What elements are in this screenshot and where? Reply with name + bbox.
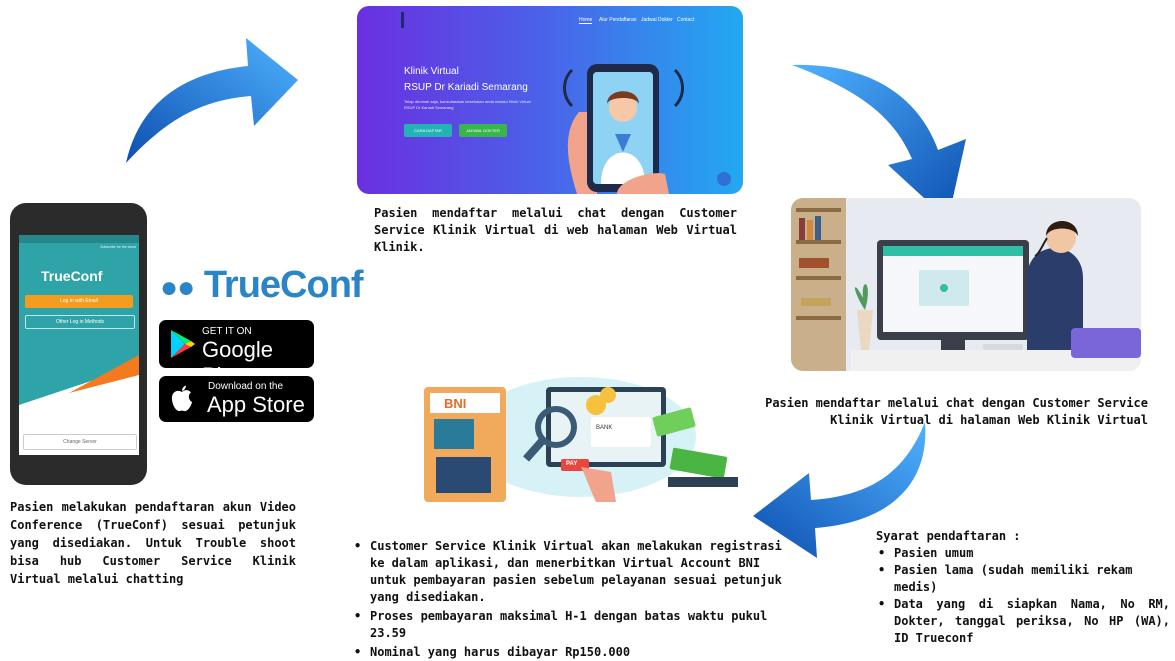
pay-label: PAY [566, 461, 578, 467]
website-screenshot: Home Alur Pendaftaran Jadwal Dokter Cont… [357, 6, 743, 194]
requirements-heading: Syarat pendaftaran : [876, 529, 1021, 543]
payment-info-list: Customer Service Klinik Virtual akan mel… [352, 538, 792, 661]
chat-widget-icon[interactable] [717, 172, 731, 186]
app-store-big-text: App Store [207, 392, 305, 417]
caption-website: Pasien mendaftar melalui chat dengan Cus… [374, 206, 737, 254]
customer-service-illustration [791, 198, 1141, 371]
apple-icon [171, 385, 192, 412]
bni-logo: BNI [444, 396, 467, 411]
phone-login-button[interactable]: Log in with Email [25, 295, 133, 308]
requirement-item: Pasien umum [876, 545, 1170, 562]
app-store-badge[interactable]: Download on the App Store [159, 376, 314, 422]
phone-screen: Subscribe for the cloud TrueConf Log in … [19, 235, 139, 455]
bni-payment-illustration: BNI BANK PAY [396, 377, 741, 512]
phone-other-login-button[interactable]: Other Log in Methods [25, 315, 135, 329]
web-button-cara-daftar[interactable]: CARA DAFTAR [404, 124, 452, 137]
web-nav-home[interactable]: Home [579, 17, 593, 24]
caption-customer-service: Pasien mendaftar melalui chat dengan Cus… [765, 396, 1148, 427]
phone-change-server-button[interactable]: Change Server [23, 434, 137, 450]
phone-decor-shape [19, 355, 139, 405]
google-play-icon [171, 330, 195, 358]
web-title-line2: RSUP Dr Kariadi Semarang [404, 82, 528, 93]
requirements-block: Syarat pendaftaran : Pasien umum Pasien … [876, 528, 1170, 647]
bank-label: BANK [596, 425, 613, 431]
web-subtitle: Tetap dirumah saja, konsultasikan keseha… [404, 99, 531, 110]
payment-info-item: Customer Service Klinik Virtual akan mel… [352, 538, 792, 606]
web-nav-alur[interactable]: Alur Pendaftaran [599, 17, 637, 23]
google-play-small-text: GET IT ON [202, 326, 252, 337]
web-nav-contact[interactable]: Contact [677, 17, 694, 23]
app-store-small-text: Download on the [208, 381, 284, 392]
web-button-jadwal[interactable]: JADWAL DOKTER [459, 124, 507, 137]
doctor-phone-illustration [563, 64, 684, 194]
phone-brand-logo: TrueConf [41, 268, 103, 284]
website-logo [401, 12, 426, 28]
trueconf-logo: ●● TrueConf [160, 264, 364, 306]
phone-header-text: Subscribe for the cloud [100, 245, 136, 249]
arrow-top-left [126, 38, 298, 163]
cs-scene [791, 198, 1141, 371]
requirement-item: Data yang di siapkan Nama, No RM, Dokter… [876, 596, 1170, 647]
caption-trueconf: Pasien melakukan pendaftaran akun Video … [10, 500, 296, 586]
people-icon: ●● [160, 271, 195, 304]
web-nav-jadwal[interactable]: Jadwal Dokter [641, 17, 673, 23]
web-title-line1: Klinik Virtual [404, 66, 459, 77]
payment-info-item: Proses pembayaran maksimal H-1 dengan ba… [352, 608, 792, 642]
payment-info-item: Nominal yang harus dibayar Rp150.000 [352, 644, 792, 661]
requirement-item: Pasien lama (sudah memiliki rekam medis) [876, 562, 1170, 596]
google-play-badge[interactable]: GET IT ON Google Play [159, 320, 314, 388]
